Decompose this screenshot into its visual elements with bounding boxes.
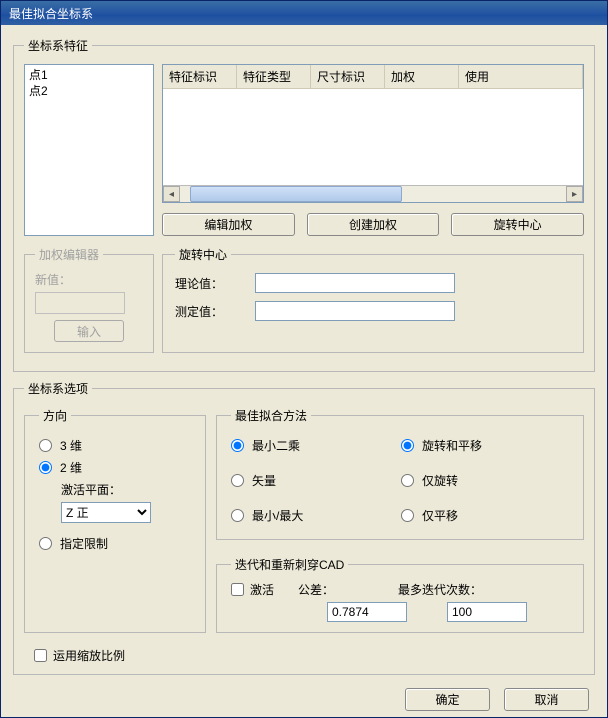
iteration-bottom-row [327,602,571,622]
rotation-center-legend: 旋转中心 [175,246,231,263]
feature-button-row: 编辑加权 创建加权 旋转中心 [162,213,584,236]
options-legend: 坐标系选项 [24,380,92,397]
features-top: 点1 点2 特征标识 特征类型 尺寸标识 加权 使用 [24,64,584,236]
radio-vector-label: 矢量 [252,472,276,489]
radio-only-translate[interactable] [401,509,414,522]
direction-group: 方向 3 维 2 维 激活平面： Z 正 [24,407,206,633]
feature-table-area: 特征标识 特征类型 尺寸标识 加权 使用 ◂ ▸ [162,64,584,236]
scroll-thumb[interactable] [190,186,402,202]
ok-button[interactable]: 确定 [405,688,490,711]
radio-2d-label: 2 维 [60,459,82,476]
table-body [163,89,583,185]
weight-editor-group: 加权编辑器 新值： 输入 [24,246,154,353]
radio-rot-trans-line: 旋转和平移 [401,437,571,454]
radio-specify-limit-line: 指定限制 [39,535,195,552]
radio-3d-label: 3 维 [60,437,82,454]
radio-only-translate-label: 仅平移 [422,507,458,524]
iteration-top-row: 激活 公差： 最多迭代次数： [231,581,571,598]
measured-row: 测定值： [175,301,571,321]
radio-specify-limit[interactable] [39,537,52,550]
feature-table[interactable]: 特征标识 特征类型 尺寸标识 加权 使用 ◂ ▸ [162,64,584,203]
dialog-body: 坐标系特征 点1 点2 特征标识 特征类型 尺寸标识 加权 使用 [1,25,607,717]
options-right-column: 最佳拟合方法 最小二乘 旋转和平移 [216,407,584,641]
activate-checkbox-wrap: 激活 [231,581,274,598]
radio-3d-line: 3 维 [39,437,195,454]
measured-input[interactable] [255,301,455,321]
col-weight[interactable]: 加权 [385,65,459,89]
radio-only-rotate-label: 仅旋转 [422,472,458,489]
list-item[interactable]: 点2 [29,83,149,99]
edit-weight-button[interactable]: 编辑加权 [162,213,295,236]
dialog-button-row: 确定 取消 [13,684,595,711]
direction-legend: 方向 [39,407,71,424]
features-bottom: 加权编辑器 新值： 输入 旋转中心 理论值： 测定值： [24,246,584,361]
window-title: 最佳拟合坐标系 [9,7,93,21]
features-legend: 坐标系特征 [24,37,92,54]
radio-only-translate-line: 仅平移 [401,507,571,524]
method-grid: 最小二乘 旋转和平移 矢量 [231,432,571,529]
scroll-left-arrow-icon[interactable]: ◂ [163,186,180,202]
dialog-window: 最佳拟合坐标系 坐标系特征 点1 点2 特征标识 特征类型 尺寸标识 加权 [0,0,608,718]
options-group: 坐标系选项 方向 3 维 2 维 激活平面： Z 正 [13,380,595,675]
radio-minmax[interactable] [231,509,244,522]
options-inner: 方向 3 维 2 维 激活平面： Z 正 [24,407,584,641]
rotation-center-group: 旋转中心 理论值： 测定值： [162,246,584,353]
col-use[interactable]: 使用 [459,65,583,89]
measured-label: 测定值： [175,303,255,320]
weight-editor-legend: 加权编辑器 [35,246,103,263]
input-button: 输入 [54,320,124,342]
create-weight-button[interactable]: 创建加权 [307,213,440,236]
radio-only-rotate-line: 仅旋转 [401,472,571,489]
scroll-track[interactable] [180,186,566,202]
cancel-button[interactable]: 取消 [504,688,589,711]
radio-minmax-line: 最小/最大 [231,507,401,524]
col-feature-type[interactable]: 特征类型 [237,65,311,89]
use-scale-label: 运用缩放比例 [53,647,125,664]
table-header: 特征标识 特征类型 尺寸标识 加权 使用 [163,65,583,89]
radio-vector[interactable] [231,474,244,487]
tolerance-label: 公差： [298,581,398,598]
activate-checkbox[interactable] [231,583,244,596]
radio-rot-trans-label: 旋转和平移 [422,437,482,454]
radio-rot-trans[interactable] [401,439,414,452]
max-iter-input[interactable] [447,602,527,622]
radio-2d-line: 2 维 [39,459,195,476]
theoretical-row: 理论值： [175,273,571,293]
features-group: 坐标系特征 点1 点2 特征标识 特征类型 尺寸标识 加权 使用 [13,37,595,372]
radio-minmax-label: 最小/最大 [252,507,303,524]
activate-label: 激活 [250,581,274,598]
horizontal-scrollbar[interactable]: ◂ ▸ [163,185,583,202]
active-plane-block: 激活平面： Z 正 [61,481,195,523]
radio-least-squares[interactable] [231,439,244,452]
use-scale-wrap: 运用缩放比例 [34,647,584,664]
new-value-input [35,292,125,314]
theoretical-label: 理论值： [175,275,255,292]
radio-least-squares-line: 最小二乘 [231,437,401,454]
radio-only-rotate[interactable] [401,474,414,487]
max-iter-label: 最多迭代次数： [398,581,482,598]
col-feature-id[interactable]: 特征标识 [163,65,237,89]
new-value-label: 新值： [35,271,143,288]
radio-least-squares-label: 最小二乘 [252,437,300,454]
radio-3d[interactable] [39,439,52,452]
rotation-center-button[interactable]: 旋转中心 [451,213,584,236]
method-legend: 最佳拟合方法 [231,407,311,424]
title-bar: 最佳拟合坐标系 [1,1,607,25]
list-item[interactable]: 点1 [29,67,149,83]
active-plane-label: 激活平面： [61,481,195,498]
scroll-right-arrow-icon[interactable]: ▸ [566,186,583,202]
tolerance-input[interactable] [327,602,407,622]
radio-vector-line: 矢量 [231,472,401,489]
iteration-legend: 迭代和重新刺穿CAD [231,556,348,573]
radio-specify-limit-label: 指定限制 [60,535,108,552]
active-plane-select[interactable]: Z 正 [61,502,151,523]
col-dimension-id[interactable]: 尺寸标识 [311,65,385,89]
feature-listbox[interactable]: 点1 点2 [24,64,154,236]
iteration-group: 迭代和重新刺穿CAD 激活 公差： 最多迭代次数： [216,556,584,633]
theoretical-input[interactable] [255,273,455,293]
radio-2d[interactable] [39,461,52,474]
use-scale-checkbox[interactable] [34,649,47,662]
method-group: 最佳拟合方法 最小二乘 旋转和平移 [216,407,584,540]
